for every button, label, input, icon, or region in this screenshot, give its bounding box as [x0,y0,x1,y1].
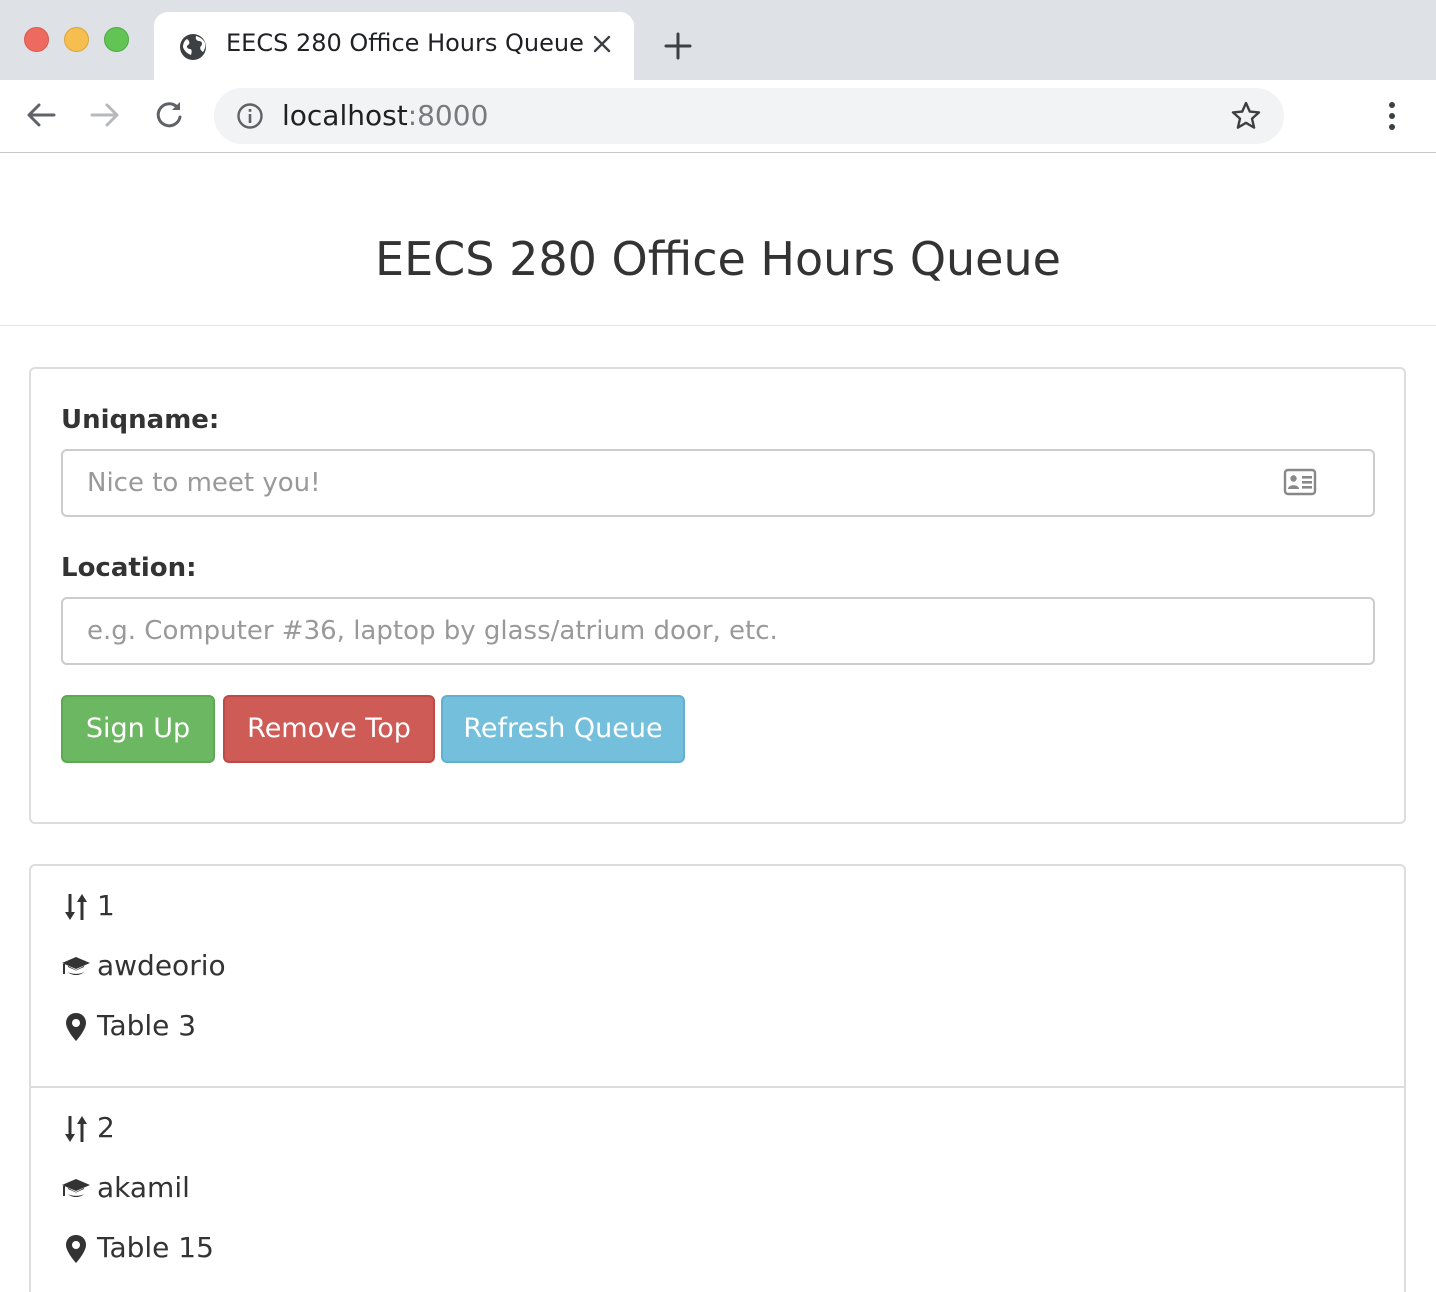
page-title: EECS 280 Office Hours Queue [375,232,1061,286]
signup-form-panel: Uniqname: Location: Sign Up Remove Top R… [29,367,1406,824]
close-window-button[interactable] [24,27,49,52]
position-number: 1 [97,889,115,922]
uniqname-text: awdeorio [97,949,226,982]
map-marker-icon [66,1235,86,1263]
graduation-cap-icon [62,957,90,975]
remove-top-button[interactable]: Remove Top [223,695,435,763]
url-text: localhost:8000 [282,99,489,132]
uniqname-label: Uniqname: [61,405,220,435]
sort-arrows-icon [65,894,87,920]
browser-toolbar: localhost:8000 [0,80,1436,153]
maximize-window-button[interactable] [104,27,129,52]
queue-list: 1 awdeorio Table 3 2 akamil Table 15 [29,864,1406,1292]
refresh-queue-button[interactable]: Refresh Queue [441,695,685,763]
page-header: EECS 280 Office Hours Queue [0,154,1436,326]
sort-arrows-icon [65,1116,87,1142]
location-label: Location: [61,553,197,583]
tab-strip: EECS 280 Office Hours Queue [0,0,1436,80]
queue-item: 2 akamil Table 15 [31,1088,1404,1292]
address-bar[interactable]: localhost:8000 [214,88,1284,144]
star-icon[interactable] [1230,100,1262,132]
position-number: 2 [97,1111,115,1144]
contact-card-icon [1283,468,1317,496]
graduation-cap-icon [62,1179,90,1197]
back-arrow-icon[interactable] [24,98,58,132]
info-icon[interactable] [236,102,264,130]
globe-icon [180,34,206,60]
minimize-window-button[interactable] [64,27,89,52]
close-icon[interactable] [588,30,616,58]
plus-icon[interactable] [662,30,694,62]
browser-tab[interactable]: EECS 280 Office Hours Queue [154,12,634,80]
tab-title: EECS 280 Office Hours Queue [226,29,584,57]
uniqname-text: akamil [97,1171,190,1204]
kebab-menu-icon[interactable] [1380,100,1404,132]
forward-arrow-icon[interactable] [88,98,122,132]
queue-item: 1 awdeorio Table 3 [31,866,1404,1088]
map-marker-icon [66,1013,86,1041]
location-input[interactable] [61,597,1375,665]
sign-up-button[interactable]: Sign Up [61,695,215,763]
uniqname-input[interactable] [61,449,1375,517]
reload-icon[interactable] [153,98,187,132]
location-text: Table 3 [97,1009,197,1042]
location-text: Table 15 [97,1231,214,1264]
